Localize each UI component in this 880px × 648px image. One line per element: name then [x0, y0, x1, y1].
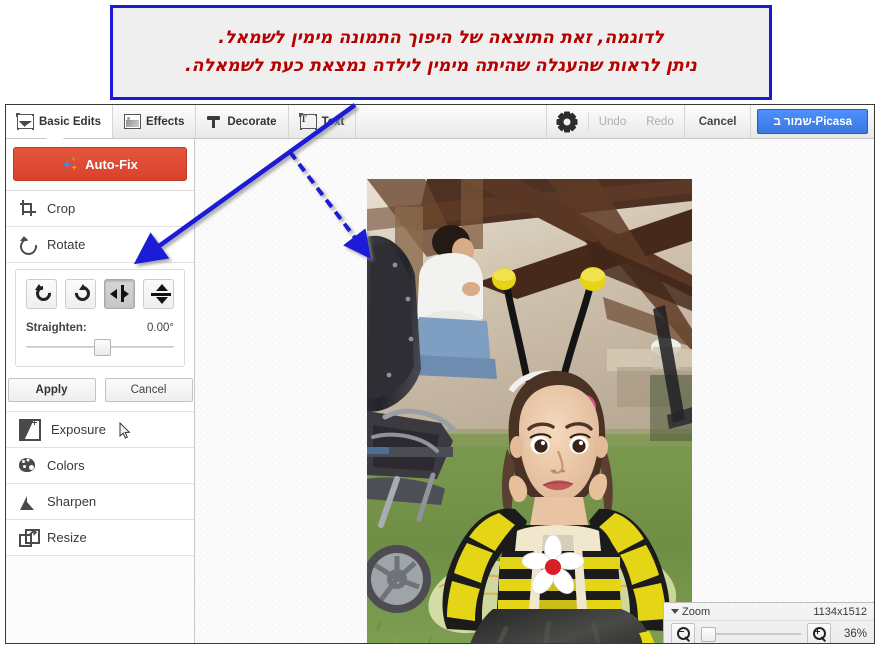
sidebar-item-crop-label: Crop: [47, 201, 76, 216]
auto-fix-label: Auto-Fix: [85, 156, 138, 172]
tab-basic-edits[interactable]: Basic Edits: [6, 105, 113, 138]
zoom-in-button[interactable]: [807, 623, 831, 643]
tab-effects[interactable]: Effects: [113, 105, 197, 138]
text-icon: T: [298, 113, 317, 129]
annotation-callout-text: לדוגמה, זאת התוצאה של היפוך התמונה מימין…: [171, 25, 711, 79]
redo-button[interactable]: Redo: [636, 105, 685, 138]
toolbar-spacer: [356, 105, 547, 138]
rotate-controls-box: Straighten: 0.00°: [15, 269, 185, 367]
photo-preview[interactable]: [367, 179, 692, 643]
exposure-icon: [19, 418, 41, 441]
sidebar-item-crop[interactable]: Crop: [6, 191, 194, 227]
sidebar-item-sharpen[interactable]: Sharpen: [6, 484, 194, 520]
zoom-percent: 36%: [843, 627, 867, 640]
zoom-bar-controls: 36%: [664, 621, 874, 643]
sidebar-item-sharpen-label: Sharpen: [47, 494, 97, 509]
tab-decorate-label: Decorate: [227, 115, 277, 128]
zoom-slider[interactable]: [701, 626, 801, 642]
tab-text[interactable]: T Text: [289, 105, 357, 138]
toolbar-right-group: Undo Redo Cancel שמור ב-Picasa: [547, 105, 874, 138]
sparkle-icon: [62, 156, 78, 172]
rotate-cancel-button[interactable]: Cancel: [104, 378, 193, 402]
tab-text-label: Text: [321, 115, 345, 128]
straighten-slider-thumb[interactable]: [94, 339, 112, 356]
zoom-slider-track: [701, 632, 801, 635]
zoom-bar-title-group[interactable]: Zoom: [671, 606, 710, 618]
top-toolbar: Basic Edits Effects Decorate T Text Undo…: [6, 105, 874, 139]
rotate-icon: [19, 235, 37, 254]
photo-image: [367, 179, 692, 643]
cancel-button[interactable]: Cancel: [685, 105, 752, 138]
photo-canvas: Zoom 1134x1512 36%: [195, 139, 874, 643]
image-dimensions: 1134x1512: [813, 605, 867, 618]
save-to-picasa-button[interactable]: שמור ב-Picasa: [757, 109, 868, 134]
undo-button[interactable]: Undo: [589, 105, 637, 138]
sidebar-item-resize-label: Resize: [47, 530, 87, 545]
chevron-down-icon: [671, 609, 679, 614]
annotation-callout-box: לדוגמה, זאת התוצאה של היפוך התמונה מימין…: [110, 5, 772, 100]
left-sidebar: Auto-Fix Crop Rotate Straighten: 0.00° A…: [6, 138, 195, 643]
sidebar-item-resize[interactable]: Resize: [6, 520, 194, 556]
annotation-line-2: ניתן לראות שהעגלה שהיתה מימין לילדה נמצא…: [185, 55, 697, 76]
sidebar-item-rotate-label: Rotate: [47, 237, 86, 252]
zoom-label: Zoom: [682, 605, 711, 618]
straighten-row: Straighten: 0.00°: [26, 322, 174, 334]
zoom-slider-thumb[interactable]: [701, 626, 716, 642]
flip-horizontal-button[interactable]: [104, 279, 135, 309]
sidebar-item-exposure[interactable]: Exposure: [6, 412, 194, 448]
sidebar-item-colors[interactable]: Colors: [6, 448, 194, 484]
resize-icon: [19, 528, 40, 547]
straighten-label: Straighten:: [26, 322, 87, 334]
annotation-line-1: לדוגמה, זאת התוצאה של היפוך התמונה מימין…: [218, 28, 664, 49]
tab-basic-edits-label: Basic Edits: [39, 115, 101, 128]
settings-button[interactable]: [547, 111, 589, 132]
zoom-bar-header: Zoom 1134x1512: [664, 603, 874, 621]
effects-icon: [124, 114, 141, 129]
editor-body: Auto-Fix Crop Rotate Straighten: 0.00° A…: [6, 138, 874, 643]
rotate-left-button[interactable]: [26, 279, 57, 309]
crop-icon: [19, 199, 37, 218]
gear-icon: [556, 111, 578, 132]
colors-icon: [19, 457, 37, 475]
tab-effects-label: Effects: [146, 115, 185, 128]
straighten-value: 0.00°: [147, 322, 174, 334]
zoom-bar: Zoom 1134x1512 36%: [663, 602, 874, 643]
apply-button[interactable]: Apply: [7, 378, 96, 402]
basic-edits-icon: [16, 113, 34, 129]
zoom-out-button[interactable]: [671, 623, 695, 643]
tab-decorate[interactable]: Decorate: [196, 105, 289, 138]
rotate-right-button[interactable]: [65, 279, 96, 309]
straighten-slider[interactable]: [26, 339, 174, 356]
rotate-panel: Straighten: 0.00° Apply Cancel: [6, 263, 194, 412]
rotate-action-row: Apply Cancel: [7, 378, 193, 402]
auto-fix-button[interactable]: Auto-Fix: [13, 147, 187, 181]
sidebar-item-exposure-label: Exposure: [51, 422, 106, 437]
autofix-container: Auto-Fix: [6, 139, 194, 191]
rotate-button-group: [26, 279, 174, 309]
flip-vertical-button[interactable]: [143, 279, 174, 309]
decorate-icon: [207, 115, 222, 128]
sidebar-item-colors-label: Colors: [47, 458, 85, 473]
sidebar-item-rotate[interactable]: Rotate: [6, 227, 194, 263]
sharpen-icon: [19, 493, 37, 511]
picasa-photo-editor-window: Basic Edits Effects Decorate T Text Undo…: [5, 104, 875, 644]
